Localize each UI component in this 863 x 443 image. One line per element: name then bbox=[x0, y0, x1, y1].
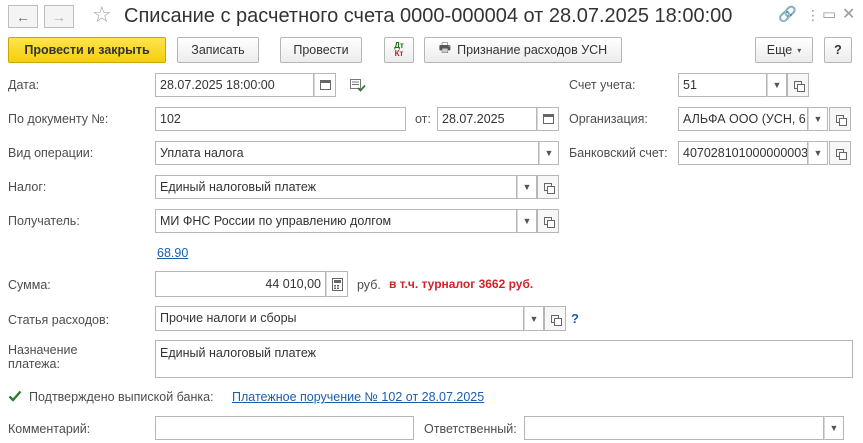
operation-label: Вид операции: bbox=[8, 146, 94, 160]
window-title: Списание с расчетного счета 0000-000004 … bbox=[124, 5, 733, 27]
account-select[interactable]: 51 bbox=[678, 73, 767, 97]
maximize-icon[interactable]: ▭ bbox=[822, 6, 836, 24]
sum-input[interactable]: 44 010,00 bbox=[155, 271, 326, 297]
bank-account-label: Банковский счет: bbox=[569, 146, 668, 160]
more-vertical-icon[interactable]: ⋮ bbox=[806, 6, 820, 24]
calendar-button[interactable] bbox=[314, 73, 336, 97]
doc-number-input[interactable]: 102 bbox=[155, 107, 406, 131]
open-form-icon bbox=[544, 183, 555, 194]
account-68-90-link[interactable]: 68.90 bbox=[157, 246, 188, 260]
comment-label: Комментарий: bbox=[8, 422, 91, 436]
purpose-label-line1: Назначение bbox=[8, 343, 78, 357]
arrow-left-icon: ← bbox=[16, 8, 30, 25]
responsible-dropdown-button[interactable]: ▼ bbox=[824, 416, 844, 440]
organization-label: Организация: bbox=[569, 112, 648, 126]
date-input[interactable]: 28.07.2025 18:00:00 bbox=[155, 73, 314, 97]
confirmed-label: Подтверждено выпиской банка: bbox=[29, 390, 214, 404]
tour-tax-note: в т.ч. турналог 3662 руб. bbox=[389, 277, 534, 291]
chevron-down-icon: ▾ bbox=[797, 45, 802, 55]
currency-label: руб. bbox=[357, 278, 381, 292]
link-icon[interactable]: 🔗 bbox=[778, 6, 797, 24]
confirmed-checkbox[interactable] bbox=[8, 389, 22, 403]
chevron-down-icon: ▼ bbox=[529, 313, 539, 324]
post-and-close-button[interactable]: Провести и закрыть bbox=[8, 37, 166, 63]
forward-button[interactable]: → bbox=[44, 5, 74, 28]
calculator-button[interactable] bbox=[326, 271, 348, 297]
expense-item-open-button[interactable] bbox=[544, 306, 566, 331]
expense-help-icon[interactable]: ? bbox=[571, 311, 579, 326]
expense-item-dropdown-button[interactable]: ▼ bbox=[524, 306, 544, 331]
checkmark-icon bbox=[8, 390, 22, 402]
date-label: Дата: bbox=[8, 78, 40, 92]
account-dropdown-button[interactable]: ▼ bbox=[767, 73, 787, 97]
expense-item-label: Статья расходов: bbox=[8, 313, 110, 327]
printer-icon: 🖶 bbox=[438, 40, 452, 55]
post-button[interactable]: Провести bbox=[280, 37, 362, 63]
bank-account-dropdown-button[interactable]: ▼ bbox=[808, 141, 828, 165]
kt-label: Кт bbox=[394, 49, 404, 58]
help-button[interactable]: ? bbox=[824, 37, 852, 63]
open-form-icon bbox=[544, 217, 555, 228]
recipient-select[interactable]: МИ ФНС России по управлению долгом bbox=[155, 209, 517, 233]
expense-item-select[interactable]: Прочие налоги и сборы bbox=[155, 306, 524, 331]
chevron-down-icon: ▼ bbox=[813, 114, 823, 124]
recipient-label: Получатель: bbox=[8, 214, 80, 228]
tax-open-button[interactable] bbox=[537, 175, 559, 199]
chevron-down-icon: ▼ bbox=[813, 148, 823, 158]
comment-input[interactable] bbox=[155, 416, 414, 440]
open-form-icon bbox=[836, 149, 847, 160]
chevron-down-icon: ▼ bbox=[522, 182, 532, 192]
more-button[interactable]: Еще ▾ bbox=[755, 37, 813, 63]
chevron-down-icon: ▼ bbox=[544, 148, 554, 158]
calculator-icon bbox=[331, 277, 343, 291]
purpose-textarea[interactable]: Единый налоговый платеж bbox=[155, 340, 853, 378]
document-check-icon[interactable] bbox=[350, 78, 366, 92]
tax-select[interactable]: Единый налоговый платеж bbox=[155, 175, 517, 199]
chevron-down-icon: ▼ bbox=[522, 216, 532, 226]
account-open-button[interactable] bbox=[787, 73, 809, 97]
responsible-label: Ответственный: bbox=[424, 422, 517, 436]
open-form-icon bbox=[551, 314, 562, 326]
recipient-dropdown-button[interactable]: ▼ bbox=[517, 209, 537, 233]
chevron-down-icon: ▼ bbox=[829, 423, 839, 433]
doc-number-label: По документу №: bbox=[8, 112, 109, 126]
usn-expense-recognition-button[interactable]: 🖶 Признание расходов УСН bbox=[424, 37, 622, 63]
responsible-select[interactable] bbox=[524, 416, 824, 440]
bank-account-select[interactable]: 40702810100000000346 bbox=[678, 141, 808, 165]
payment-order-link[interactable]: Платежное поручение № 102 от 28.07.2025 bbox=[232, 390, 484, 404]
close-icon[interactable]: ✕ bbox=[842, 6, 855, 24]
tax-label: Налог: bbox=[8, 180, 47, 194]
favorite-star-icon[interactable]: ☆ bbox=[92, 4, 112, 26]
back-button[interactable]: ← bbox=[8, 5, 38, 28]
doc-date-input[interactable]: 28.07.2025 bbox=[437, 107, 537, 131]
usn-expense-label: Признание расходов УСН bbox=[457, 43, 608, 57]
save-button[interactable]: Записать bbox=[177, 37, 259, 63]
organization-select[interactable]: АЛЬФА ООО (УСН, 6 bbox=[678, 107, 808, 131]
more-label: Еще bbox=[766, 43, 793, 57]
open-form-icon bbox=[836, 115, 847, 126]
calendar-icon bbox=[542, 114, 554, 124]
organization-dropdown-button[interactable]: ▼ bbox=[808, 107, 828, 131]
doc-date-label: от: bbox=[415, 112, 431, 126]
calendar-icon bbox=[319, 80, 331, 90]
open-form-icon bbox=[794, 81, 805, 92]
organization-open-button[interactable] bbox=[829, 107, 851, 131]
purpose-label-line2: платежа: bbox=[8, 357, 60, 371]
recipient-open-button[interactable] bbox=[537, 209, 559, 233]
doc-date-calendar-button[interactable] bbox=[537, 107, 559, 131]
operation-select[interactable]: Уплата налога bbox=[155, 141, 539, 165]
sum-label: Сумма: bbox=[8, 278, 51, 292]
chevron-down-icon: ▼ bbox=[772, 80, 782, 90]
tax-dropdown-button[interactable]: ▼ bbox=[517, 175, 537, 199]
dt-kt-button[interactable]: Дт Кт bbox=[384, 37, 414, 63]
arrow-right-icon: → bbox=[52, 8, 66, 25]
operation-dropdown-button[interactable]: ▼ bbox=[539, 141, 559, 165]
account-label: Счет учета: bbox=[569, 78, 636, 92]
bank-account-open-button[interactable] bbox=[829, 141, 851, 165]
